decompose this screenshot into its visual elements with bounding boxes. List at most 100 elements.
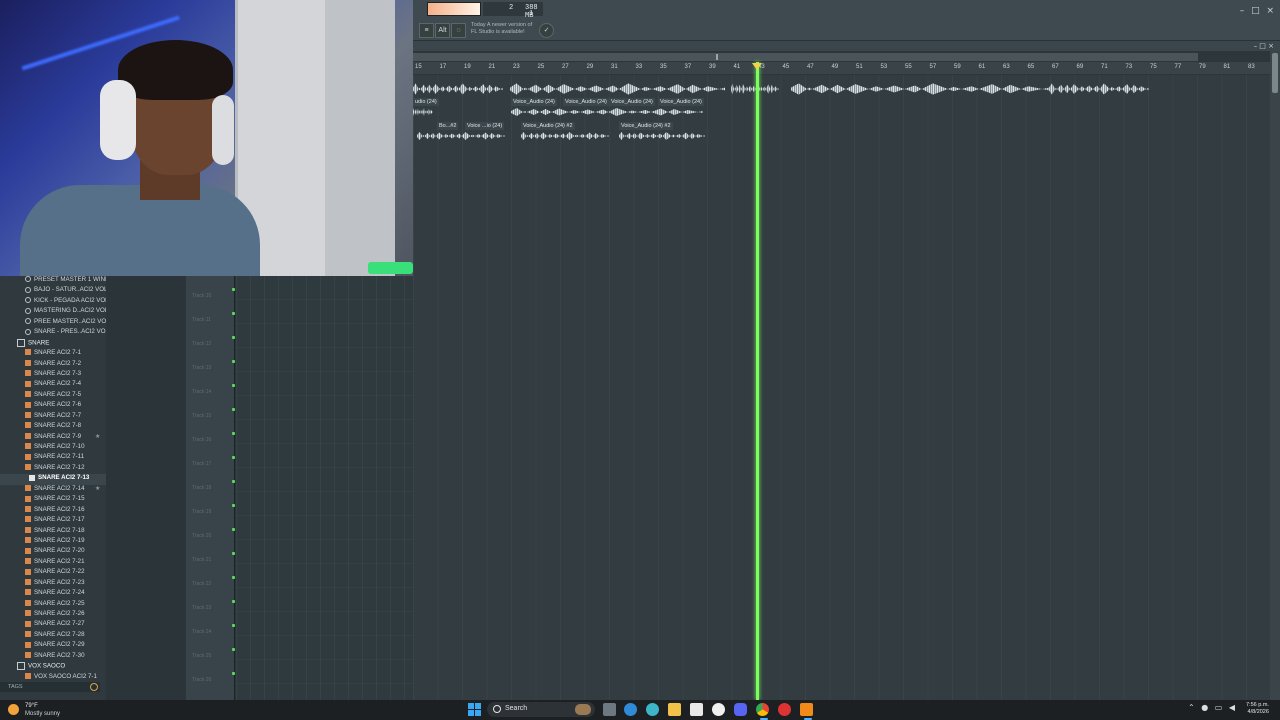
store-icon[interactable] <box>690 703 703 716</box>
playhead-marker-icon[interactable] <box>752 63 762 70</box>
browser-preset-item[interactable]: PREE MASTER..ACI2 VOL 7 <box>0 318 106 328</box>
fl-studio-icon[interactable] <box>800 703 813 716</box>
search-icon[interactable] <box>90 683 98 691</box>
channel-track-slot[interactable]: Track 10 <box>186 284 238 308</box>
track-led-icon[interactable] <box>232 552 235 555</box>
browser-sample-item[interactable]: SNARE ACI2 7-27 <box>0 620 106 630</box>
browser-sample-item[interactable]: SNARE ACI2 7-3 <box>0 370 106 380</box>
audio-clip[interactable] <box>521 132 609 140</box>
track-led-icon[interactable] <box>232 648 235 651</box>
browser-sample-item[interactable]: SNARE ACI2 7-1 <box>0 349 106 359</box>
browser-sample-item[interactable]: SNARE ACI2 7-14 ★ <box>0 485 106 495</box>
channel-track-slot[interactable]: Track 16 <box>186 428 238 452</box>
browser-sample-item[interactable]: SNARE ACI2 7-4 <box>0 380 106 390</box>
obs-icon[interactable] <box>712 703 725 716</box>
browser-sample-item[interactable]: SNARE ACI2 7-30 <box>0 652 106 662</box>
playlist-tracks[interactable]: udio (24) Voice_Audio (24) Voice_Audio (… <box>413 75 1270 700</box>
channel-track-slot[interactable]: Track 21 <box>186 548 238 572</box>
browser-sample-item[interactable]: SNARE ACI2 7-26 <box>0 610 106 620</box>
channel-track-slot[interactable]: Track 11 <box>186 308 238 332</box>
horizontal-scrollbar[interactable] <box>413 53 1198 61</box>
task-view-icon[interactable] <box>603 703 616 716</box>
channel-track-slot[interactable]: Track 26 <box>186 668 238 692</box>
channel-track-slot[interactable]: Track 24 <box>186 620 238 644</box>
update-icon[interactable]: ✓ <box>539 23 554 38</box>
browser-preset-item[interactable]: SNARE - PRES..ACI2 VOL 7 <box>0 328 106 338</box>
globe-app-icon[interactable] <box>646 703 659 716</box>
channel-track-slot[interactable]: Track 13 <box>186 356 238 380</box>
chrome-icon[interactable] <box>756 703 769 716</box>
track-led-icon[interactable] <box>232 600 235 603</box>
playlist-window-controls[interactable]: – □ × <box>1254 42 1274 50</box>
track-led-icon[interactable] <box>232 360 235 363</box>
track-led-icon[interactable] <box>232 504 235 507</box>
track-led-icon[interactable] <box>232 624 235 627</box>
track-led-icon[interactable] <box>232 432 235 435</box>
channel-rack-grid[interactable] <box>236 276 413 700</box>
audio-clip[interactable] <box>1049 83 1149 95</box>
channel-track-slot[interactable]: Track 15 <box>186 404 238 428</box>
favorite-star-icon[interactable]: ★ <box>95 485 100 492</box>
browser-sample-item[interactable]: SNARE ACI2 7-18 <box>0 527 106 537</box>
windows-start-icon[interactable] <box>468 703 481 716</box>
channel-track-slot[interactable]: Track 22 <box>186 572 238 596</box>
browser-sample-item[interactable]: SNARE ACI2 7-23 <box>0 579 106 589</box>
track-led-icon[interactable] <box>232 480 235 483</box>
browser-sample-item[interactable]: SNARE ACI2 7-9 ★ <box>0 433 106 443</box>
display-icon[interactable]: ▭ <box>1215 703 1223 712</box>
browser-sample-item[interactable]: SNARE ACI2 7-19 <box>0 537 106 547</box>
chevron-up-icon[interactable]: ⌃ <box>1188 703 1195 712</box>
browser-preset-item[interactable]: PRESET MASTER 1 WINER <box>0 276 106 286</box>
channel-track-slot[interactable]: Track 25 <box>186 644 238 668</box>
track-led-icon[interactable] <box>232 408 235 411</box>
taskbar-search[interactable]: Search <box>487 702 595 717</box>
alt-button[interactable]: Alt <box>435 23 450 38</box>
audio-clip[interactable] <box>413 83 503 95</box>
channel-track-slot[interactable]: Track 17 <box>186 452 238 476</box>
audio-clip[interactable] <box>413 108 433 116</box>
mic-icon[interactable]: ● <box>1201 703 1208 712</box>
audio-clip[interactable] <box>731 83 779 95</box>
minimize-icon[interactable]: – <box>1240 6 1245 16</box>
system-clock[interactable]: 7:56 p.m. 4/8/2026 <box>1246 702 1269 716</box>
close-icon[interactable]: × <box>1266 6 1274 16</box>
browser-sample-item[interactable]: SNARE ACI2 7-28 <box>0 631 106 641</box>
track-led-icon[interactable] <box>232 288 235 291</box>
browser-sample-item[interactable]: SNARE ACI2 7-6 <box>0 401 106 411</box>
browser-sample-item[interactable]: SNARE ACI2 7-17 <box>0 516 106 526</box>
track-led-icon[interactable] <box>232 528 235 531</box>
snap-icon[interactable]: ◌ <box>451 23 466 38</box>
channel-track-slot[interactable]: Track 19 <box>186 500 238 524</box>
timeline-ruler[interactable]: 15 17 19 21 23 25 27 29 31 33 35 37 39 41 43 45 47 49 51 53… <box>413 62 1270 74</box>
browser-sample-item[interactable]: SNARE ACI2 7-12 <box>0 464 106 474</box>
audio-clip[interactable] <box>511 108 703 116</box>
menu-icon[interactable]: ≡ <box>419 23 434 38</box>
browser-folder[interactable]: VOX SAOCO <box>0 662 106 672</box>
browser-sample-item[interactable]: SNARE ACI2 7-22 <box>0 568 106 578</box>
browser-sample-item[interactable]: SNARE ACI2 7-10 <box>0 443 106 453</box>
browser-preset-item[interactable]: BAJO - SATUR..ACI2 VOL 7 <box>0 286 106 296</box>
browser-sample-item[interactable]: SNARE ACI2 7-7 <box>0 412 106 422</box>
audio-clip[interactable] <box>791 83 1049 95</box>
browser-sample-item[interactable]: SNARE ACI2 7-15 <box>0 495 106 505</box>
browser-sample-item[interactable]: SNARE ACI2 7-24 <box>0 589 106 599</box>
channel-track-slot[interactable]: Track 23 <box>186 596 238 620</box>
browser-sample-item[interactable]: SNARE ACI2 7-5 <box>0 391 106 401</box>
browser-sample-item[interactable]: SNARE ACI2 7-25 <box>0 600 106 610</box>
vertical-scrollbar[interactable] <box>1270 51 1280 700</box>
channel-track-slot[interactable]: Track 12 <box>186 332 238 356</box>
channel-track-slot[interactable]: Track 20 <box>186 524 238 548</box>
browser-sample-item[interactable]: SNARE ACI2 7-16 <box>0 506 106 516</box>
maximize-icon[interactable]: □ <box>1251 6 1260 16</box>
volume-icon[interactable]: ◀ <box>1229 703 1235 712</box>
update-notice[interactable]: Today A newer version of FL Studio is av… <box>471 22 532 36</box>
channel-track-slot[interactable]: Track 14 <box>186 380 238 404</box>
file-explorer-icon[interactable] <box>668 703 681 716</box>
tags-bar[interactable]: TAGS <box>0 682 100 692</box>
track-led-icon[interactable] <box>232 576 235 579</box>
audio-clip[interactable] <box>417 132 505 140</box>
browser-sample-item[interactable]: SNARE ACI2 7-20 <box>0 547 106 557</box>
channel-track-slot[interactable]: Track 18 <box>186 476 238 500</box>
browser-preset-item[interactable]: KICK - PEGADA ACI2 VOL 7 <box>0 297 106 307</box>
track-led-icon[interactable] <box>232 672 235 675</box>
